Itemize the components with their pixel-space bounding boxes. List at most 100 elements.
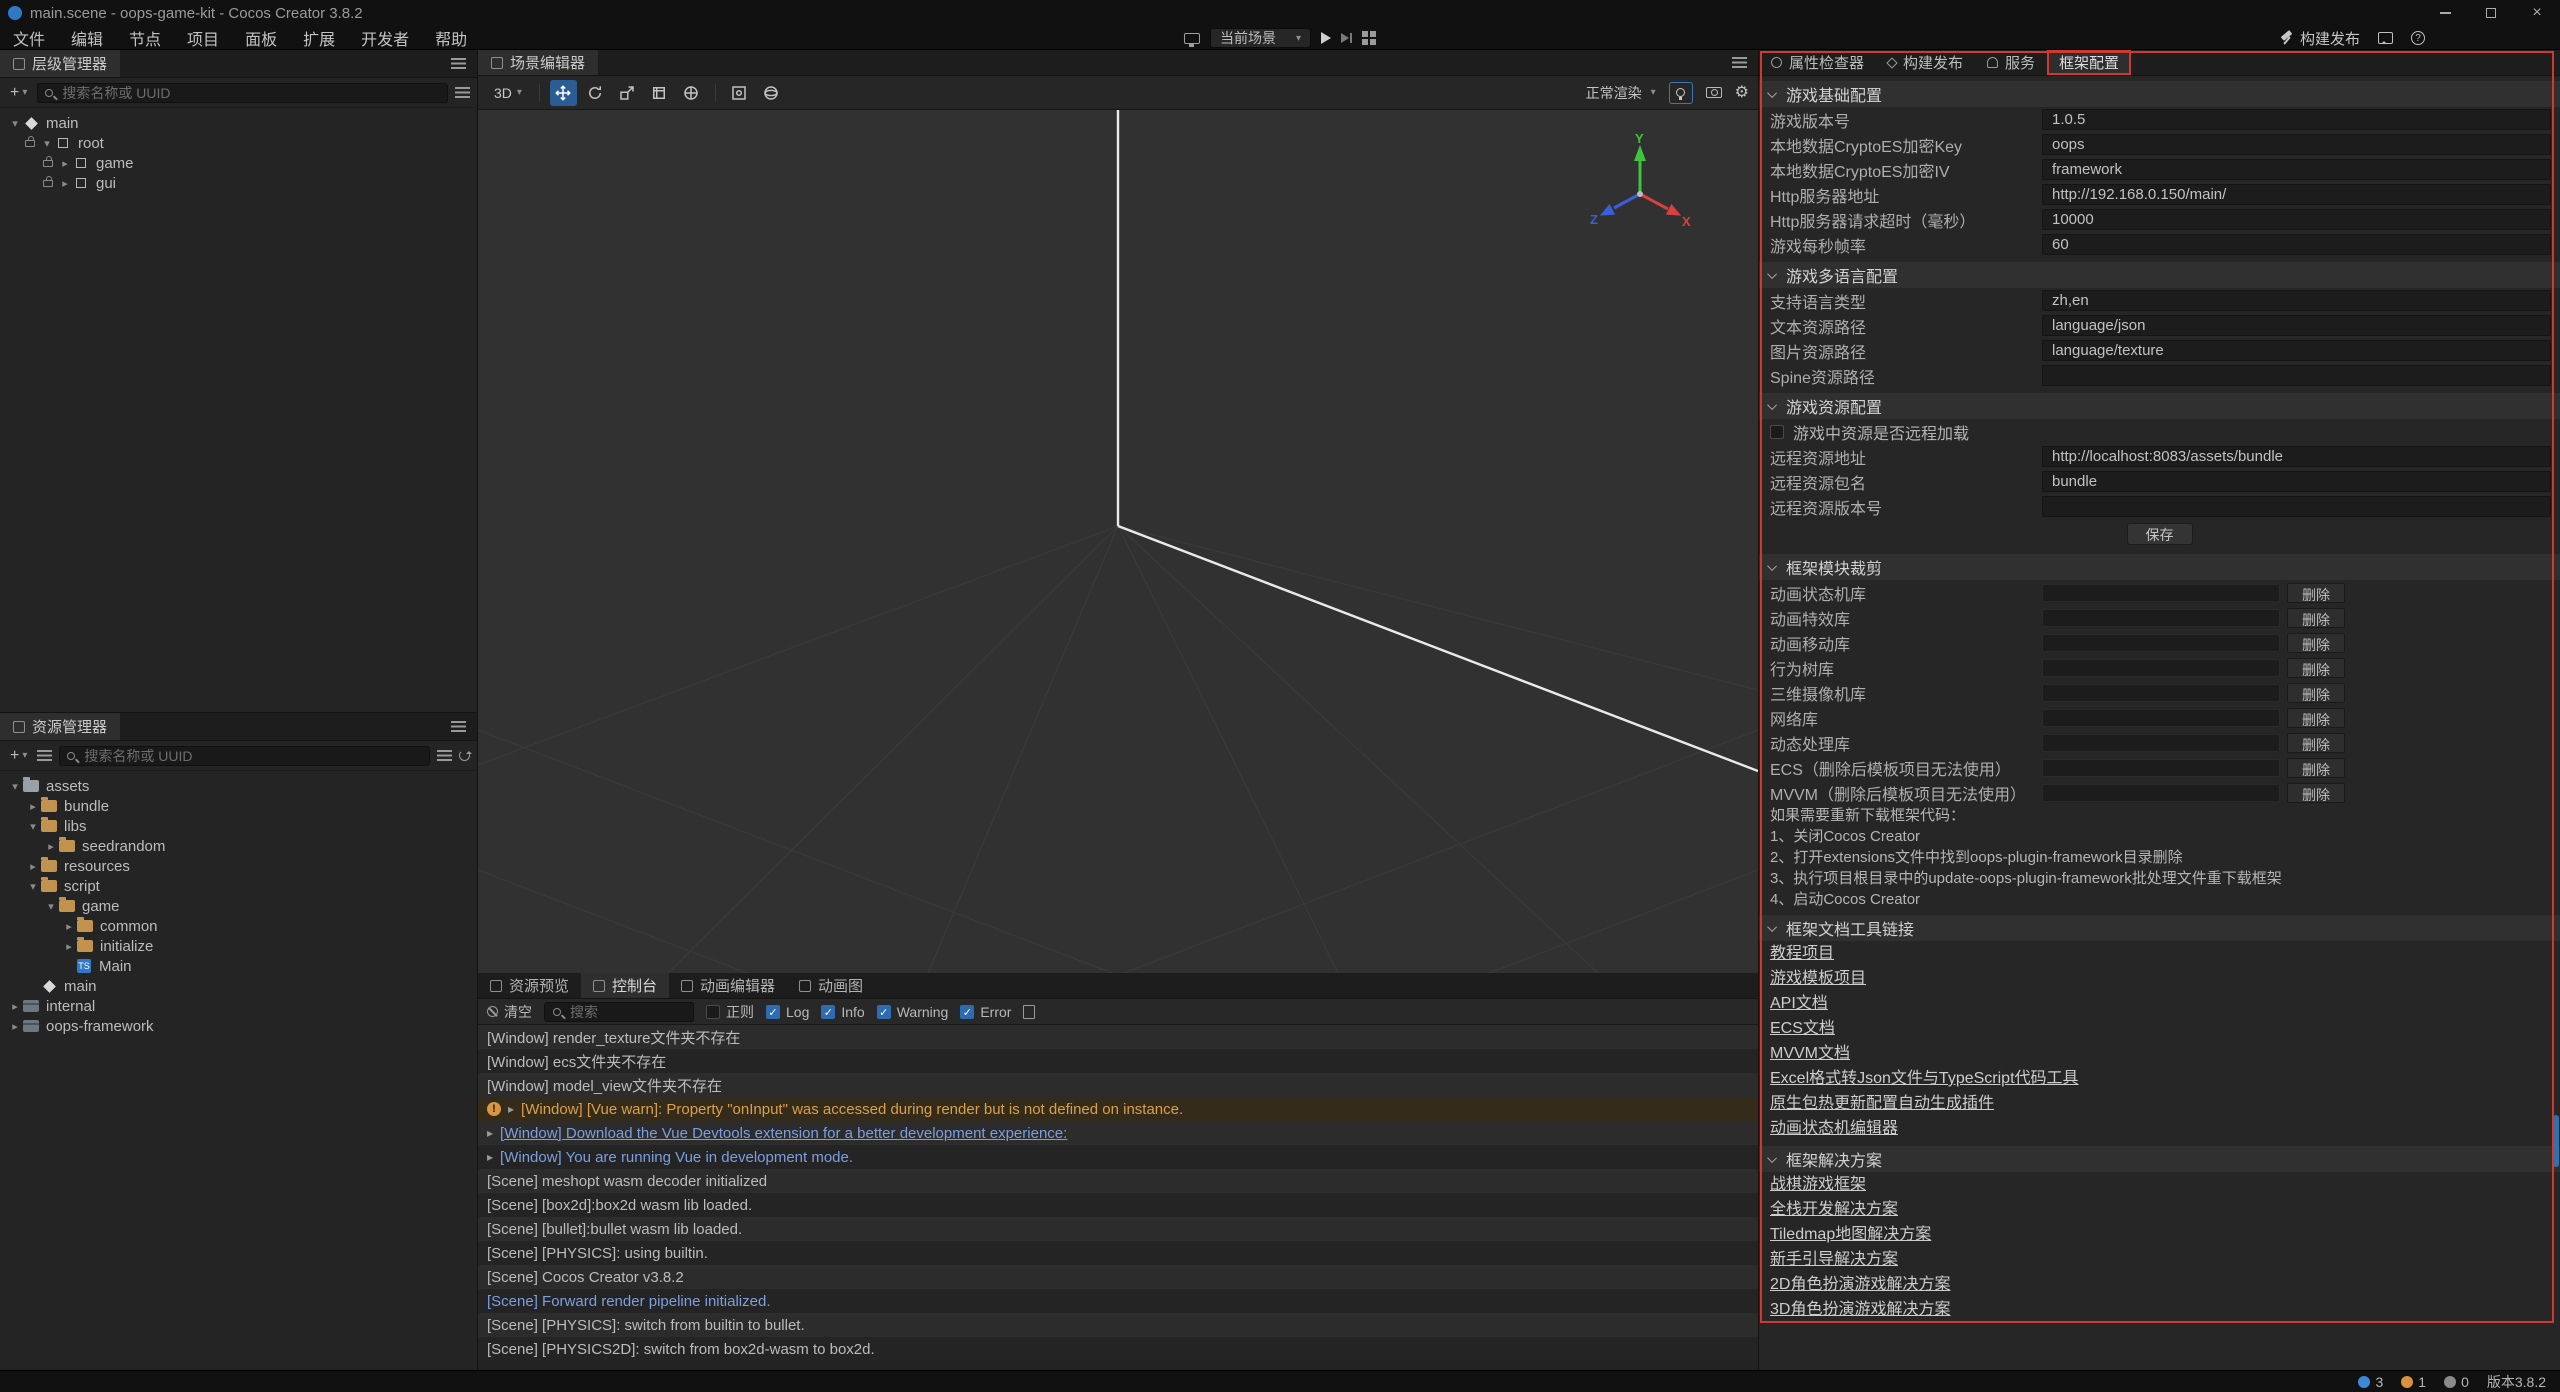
filter-checkbox[interactable] xyxy=(821,1005,835,1019)
gear-icon[interactable]: ⚙ xyxy=(1735,85,1749,101)
camera-settings-icon[interactable] xyxy=(1706,87,1722,98)
expand-arrow-icon[interactable]: ▸ xyxy=(61,940,77,953)
module-delete-button[interactable]: 删除 xyxy=(2287,608,2345,628)
layout-icon[interactable] xyxy=(1362,31,1376,45)
asset-node[interactable]: Main xyxy=(0,956,477,976)
expand-arrow-icon[interactable]: ▾ xyxy=(7,117,23,130)
expand-arrow-icon[interactable]: ▾ xyxy=(7,780,23,793)
section-game-language[interactable]: 游戏多语言配置 xyxy=(1759,262,2560,288)
filter-icon[interactable] xyxy=(455,87,470,98)
field-input[interactable] xyxy=(2042,340,2551,361)
hierarchy-node[interactable]: ▾ main xyxy=(0,113,477,133)
console-line[interactable]: [Scene] [PHYSICS2D]: switch from box2d-w… xyxy=(478,1337,1758,1361)
inspector-tab[interactable]: 框架配置 xyxy=(2047,50,2131,75)
asset-node[interactable]: ▾ script xyxy=(0,876,477,896)
module-delete-button[interactable]: 删除 xyxy=(2287,733,2345,753)
field-input[interactable] xyxy=(2042,184,2551,205)
section-solutions[interactable]: 框架解决方案 xyxy=(1759,1146,2560,1172)
module-delete-button[interactable]: 删除 xyxy=(2287,758,2345,778)
scene-editor-tab[interactable]: 场景编辑器 xyxy=(478,50,598,75)
render-mode-dropdown[interactable]: 正常渲染 ▾ xyxy=(1586,83,1656,103)
field-input[interactable] xyxy=(2042,315,2551,336)
asset-node[interactable]: ▸ common xyxy=(0,916,477,936)
inspector-tab[interactable]: 构建发布 xyxy=(1876,50,1975,75)
field-input[interactable] xyxy=(2042,365,2551,386)
doc-link[interactable]: 教程项目 xyxy=(1770,941,1834,966)
console-line[interactable]: [Scene] Forward render pipeline initiali… xyxy=(478,1289,1758,1313)
module-delete-button[interactable]: 删除 xyxy=(2287,583,2345,603)
hierarchy-node[interactable]: ▸ gui xyxy=(0,173,477,193)
filter-checkbox[interactable] xyxy=(877,1005,891,1019)
solution-link[interactable]: 战棋游戏框架 xyxy=(1770,1172,1866,1197)
menu-item[interactable]: 文件 xyxy=(0,26,58,49)
refresh-icon[interactable] xyxy=(459,750,470,761)
doc-link[interactable]: API文档 xyxy=(1770,991,1828,1016)
hierarchy-node[interactable]: ▸ game xyxy=(0,153,477,173)
preview-target-icon[interactable] xyxy=(1184,33,1200,44)
console-line[interactable]: [Scene] [bullet]:bullet wasm lib loaded. xyxy=(478,1217,1758,1241)
expand-arrow-icon[interactable]: ▸ xyxy=(25,800,41,813)
hierarchy-node[interactable]: ▾ root xyxy=(0,133,477,153)
panel-menu-icon[interactable] xyxy=(451,721,466,732)
asset-node[interactable]: ▾ libs xyxy=(0,816,477,836)
doc-link[interactable]: 原生包热更新配置自动生成插件 xyxy=(1770,1091,1994,1116)
expand-arrow-icon[interactable]: ▸ xyxy=(57,157,73,170)
menu-item[interactable]: 帮助 xyxy=(422,26,480,49)
hierarchy-tab[interactable]: 层级管理器 xyxy=(0,50,120,77)
assets-tab[interactable]: 资源管理器 xyxy=(0,713,120,740)
asset-node[interactable]: ▸ internal xyxy=(0,996,477,1016)
step-button[interactable] xyxy=(1341,33,1352,43)
clear-console-button[interactable]: 清空 xyxy=(487,1002,532,1022)
menu-item[interactable]: 节点 xyxy=(116,26,174,49)
remote-load-checkbox[interactable] xyxy=(1770,425,1784,439)
log-count-badge[interactable]: 3 xyxy=(2358,1374,2383,1390)
solution-link[interactable]: Tiledmap地图解决方案 xyxy=(1770,1222,1931,1247)
asset-node[interactable]: ▾ assets xyxy=(0,776,477,796)
add-asset-button[interactable]: +▾ xyxy=(7,747,30,765)
export-log-icon[interactable] xyxy=(1023,1005,1035,1019)
doc-link[interactable]: MVVM文档 xyxy=(1770,1041,1850,1066)
section-game-resource[interactable]: 游戏资源配置 xyxy=(1759,393,2560,419)
field-input[interactable] xyxy=(2042,134,2551,155)
module-delete-button[interactable]: 删除 xyxy=(2287,658,2345,678)
expand-arrow-icon[interactable]: ▾ xyxy=(43,900,59,913)
console-line[interactable]: ▸ [Window] You are running Vue in develo… xyxy=(478,1145,1758,1169)
console-tab[interactable]: 控制台 xyxy=(581,973,669,998)
doc-link[interactable]: 动画状态机编辑器 xyxy=(1770,1116,1898,1141)
pivot-toggle-button[interactable] xyxy=(726,80,753,106)
console-line[interactable]: [Scene] [PHYSICS]: using builtin. xyxy=(478,1241,1758,1265)
menu-item[interactable]: 编辑 xyxy=(58,26,116,49)
field-input[interactable] xyxy=(2042,446,2551,467)
expand-arrow-icon[interactable]: ▸ xyxy=(7,1020,23,1033)
regex-toggle[interactable]: 正则 xyxy=(706,1002,754,1022)
field-input[interactable] xyxy=(2042,209,2551,230)
menu-item[interactable]: 项目 xyxy=(174,26,232,49)
scale-tool-button[interactable] xyxy=(614,80,641,106)
console-line[interactable]: [Scene] meshopt wasm decoder initialized xyxy=(478,1169,1758,1193)
orientation-gizmo[interactable]: Y X Z xyxy=(1570,132,1710,252)
console-search-input[interactable] xyxy=(568,1003,685,1021)
expand-arrow-icon[interactable]: ▸ xyxy=(57,177,73,190)
field-input[interactable] xyxy=(2042,471,2551,492)
menu-item[interactable]: 面板 xyxy=(232,26,290,49)
field-input[interactable] xyxy=(2042,159,2551,180)
asset-node[interactable]: ▸ initialize xyxy=(0,936,477,956)
close-button[interactable]: × xyxy=(2514,0,2560,26)
expand-arrow-icon[interactable]: ▾ xyxy=(39,137,55,150)
console-line[interactable]: ▸ [Window] [Vue warn]: Property "onInput… xyxy=(478,1097,1758,1121)
field-input[interactable] xyxy=(2042,234,2551,255)
scene-viewport[interactable]: Y X Z xyxy=(478,110,1758,973)
rect-tool-button[interactable] xyxy=(646,80,673,106)
section-doc-links[interactable]: 框架文档工具链接 xyxy=(1759,915,2560,941)
solution-link[interactable]: 2D角色扮演游戏解决方案 xyxy=(1770,1272,1950,1297)
expand-arrow-icon[interactable]: ▾ xyxy=(25,820,41,833)
doc-link[interactable]: Excel格式转Json文件与TypeScript代码工具 xyxy=(1770,1066,2079,1091)
asset-node[interactable]: ▸ bundle xyxy=(0,796,477,816)
expand-arrow-icon[interactable]: ▸ xyxy=(25,860,41,873)
error-count-badge[interactable]: 0 xyxy=(2444,1374,2469,1390)
maximize-button[interactable] xyxy=(2468,0,2514,26)
screenshot-icon[interactable] xyxy=(2378,32,2393,44)
filter-checkbox[interactable] xyxy=(766,1005,780,1019)
doc-link[interactable]: 游戏模板项目 xyxy=(1770,966,1866,991)
hierarchy-search-input[interactable] xyxy=(60,84,440,102)
